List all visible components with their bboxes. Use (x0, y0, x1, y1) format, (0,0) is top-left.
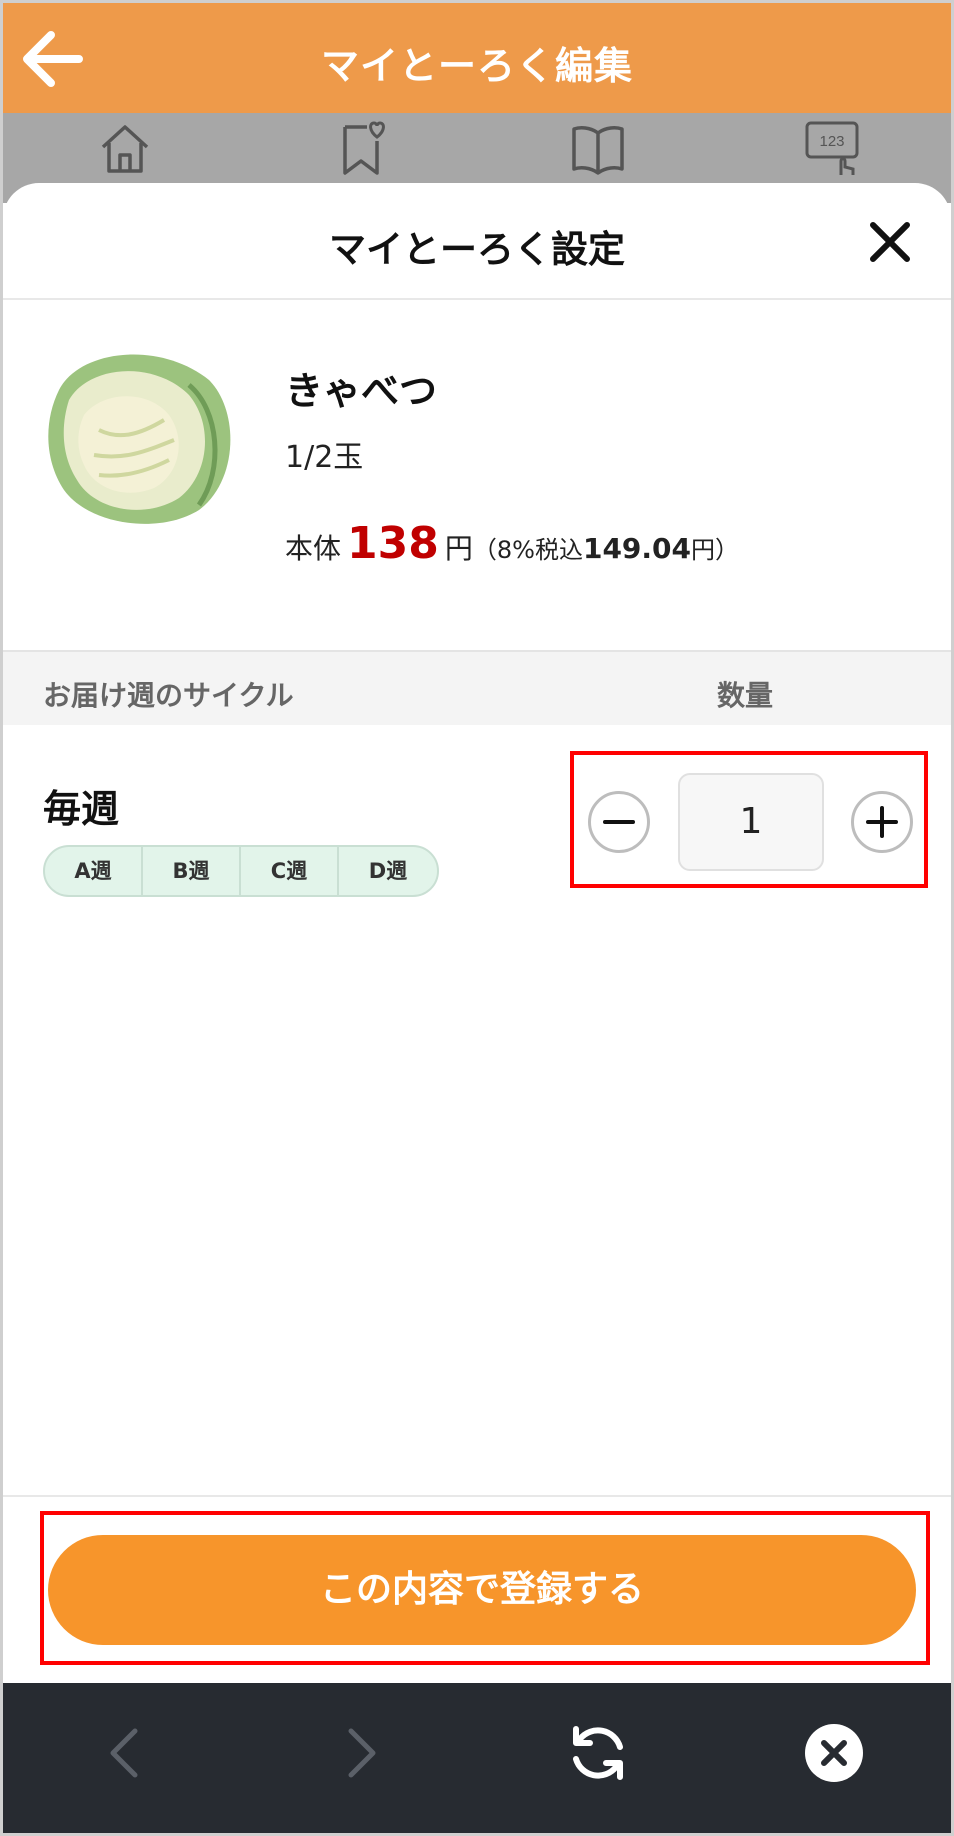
minus-icon (603, 820, 635, 824)
week-chip-c: C週 (241, 847, 339, 895)
product-info: きゃべつ 1/2玉 本体 138 円（8%税込149.04円） (3, 300, 951, 650)
number-touch-label: 123 (819, 133, 844, 150)
close-circle-icon (805, 1724, 863, 1782)
chevron-right-icon (348, 1728, 376, 1778)
settings-sheet: マイとーろく設定 きゃべつ 1/2玉 本体 138 円（8%税込149.04円）… (3, 183, 951, 1683)
week-chip-a: A週 (45, 847, 143, 895)
close-button[interactable] (865, 217, 915, 267)
week-chip-d: D週 (368, 859, 408, 883)
quantity-column-label: 数量 (717, 679, 774, 712)
price-unit: 円 (444, 532, 473, 565)
close-icon (870, 222, 910, 262)
product-size: 1/2玉 (285, 440, 364, 475)
screen: マイとーろく編集 123 マイとーろく設定 きゃべつ 1/2玉 本体 138 円… (0, 0, 954, 1836)
number-touch-icon[interactable]: 123 (803, 119, 863, 179)
home-icon[interactable] (95, 119, 155, 179)
chevron-left-icon (110, 1728, 138, 1778)
price-value: 138 (347, 518, 439, 569)
quantity-value[interactable]: 1 (678, 773, 824, 871)
sheet-header: マイとーろく設定 (3, 183, 951, 300)
header-title: マイとーろく編集 (320, 44, 633, 88)
register-button[interactable]: この内容で登録する (48, 1535, 916, 1645)
cycle-name: 毎週 (43, 787, 120, 831)
bookmark-heart-icon[interactable] (333, 119, 393, 179)
price-prefix: 本体 (285, 532, 342, 565)
browser-forward-button[interactable] (321, 1713, 401, 1793)
book-icon[interactable] (568, 119, 628, 179)
plus-icon (866, 806, 898, 838)
price-line: 本体 138 円（8%税込149.04円） (285, 518, 739, 569)
tax-amount: 149.04 (582, 532, 692, 565)
footer-divider (3, 1495, 951, 1497)
browser-toolbar (3, 1683, 951, 1833)
product-name: きゃべつ (285, 369, 438, 413)
increment-button[interactable] (851, 791, 913, 853)
browser-back-button[interactable] (85, 1713, 165, 1793)
reload-button[interactable] (558, 1713, 638, 1793)
app-header: マイとーろく編集 (3, 3, 951, 113)
week-chips: A週 B週 C週 D週 (43, 845, 439, 897)
decrement-button[interactable] (588, 791, 650, 853)
column-header: お届け週のサイクル 数量 (3, 650, 951, 725)
cycle-column-label: お届け週のサイクル (43, 679, 294, 712)
sheet-title: マイとーろく設定 (329, 228, 625, 271)
week-chip-b: B週 (143, 847, 241, 895)
cabbage-image (39, 340, 239, 530)
tax-suffix: 円） (691, 536, 740, 564)
reload-icon (573, 1726, 623, 1780)
close-browser-button[interactable] (794, 1713, 874, 1793)
tax-prefix: （8%税込 (472, 536, 583, 564)
